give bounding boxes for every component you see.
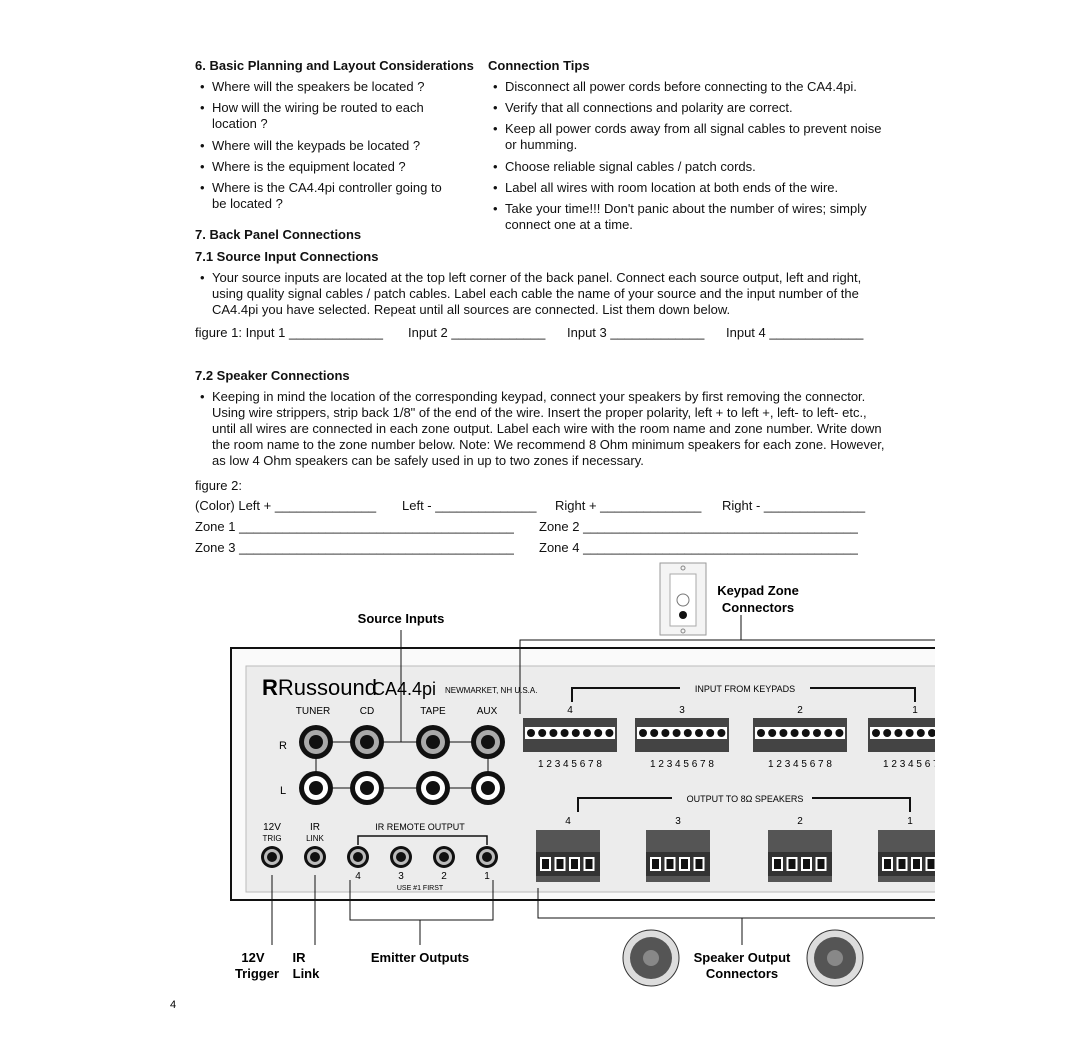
ir-output-jack xyxy=(433,846,455,868)
speaker-zone-number: 1 xyxy=(907,816,913,827)
rca-jack-right xyxy=(299,725,333,759)
ir-remote-output-label: IR REMOTE OUTPUT xyxy=(375,822,465,832)
keypad-zone-number: 3 xyxy=(679,705,685,716)
source-label-tape: TAPE xyxy=(420,706,446,717)
ir-output-number: 1 xyxy=(484,871,490,882)
input-from-keypads-label: INPUT FROM KEYPADS xyxy=(695,684,795,694)
ir-output-number: 3 xyxy=(398,871,404,882)
speaker-icon xyxy=(622,929,680,987)
russound-logo: RRussound xyxy=(262,675,377,700)
speaker-zone-number: 4 xyxy=(565,816,571,827)
keypad-zone-number: 2 xyxy=(797,705,803,716)
rca-jack-left xyxy=(350,771,384,805)
output-to-speakers-label: OUTPUT TO 8Ω SPEAKERS xyxy=(687,794,804,804)
source-label-cd: CD xyxy=(360,706,374,717)
speaker-output-connector xyxy=(768,830,832,882)
callout-speaker-output: Speaker Output xyxy=(694,950,791,965)
trig-label-12v: 12V xyxy=(263,822,281,833)
callout-ir: IR xyxy=(293,950,307,965)
source-label-tuner: TUNER xyxy=(296,706,330,717)
callout-speaker-connectors: Connectors xyxy=(706,966,778,981)
location-label: NEWMARKET, NH U.S.A. xyxy=(445,686,537,695)
rca-jack-left xyxy=(416,771,450,805)
callout-emitter-outputs: Emitter Outputs xyxy=(371,950,469,965)
rca-jack-right xyxy=(471,725,505,759)
model-label: CA4.4pi xyxy=(372,679,436,699)
link-label: LINK xyxy=(306,834,324,843)
rca-jack-right xyxy=(350,725,384,759)
right-channel-label: R xyxy=(279,740,287,752)
ir-link-jack xyxy=(304,846,326,868)
back-panel-diagram: Source Inputs Keypad Zone Connectors RRu… xyxy=(170,562,1080,1011)
rca-jack-left xyxy=(299,771,333,805)
keypad-pin-numbers: 1 2 3 4 5 6 7 8 xyxy=(768,759,832,770)
ir-output-number: 2 xyxy=(441,871,447,882)
keypad-connectors-label: Connectors xyxy=(722,600,794,615)
rca-jack-left xyxy=(471,771,505,805)
ir-output-jack xyxy=(390,846,412,868)
ir-output-jack xyxy=(347,846,369,868)
keypad-pin-numbers: 1 2 3 4 5 6 7 8 xyxy=(538,759,602,770)
callout-trigger: Trigger xyxy=(235,966,279,981)
keypad-zone-label: Keypad Zone xyxy=(717,583,799,598)
keypad-input-connector xyxy=(753,718,847,752)
keypad-input-connector xyxy=(523,718,617,752)
ir-output-jack xyxy=(476,846,498,868)
manual-page: 6. Basic Planning and Layout Considerati… xyxy=(0,0,1080,1039)
trig-label: TRIG xyxy=(262,834,281,843)
page-number: 4 xyxy=(170,999,176,1011)
callout-12v: 12V xyxy=(241,950,264,965)
rca-jack-right xyxy=(416,725,450,759)
speaker-zone-number: 3 xyxy=(675,816,681,827)
speaker-output-connector xyxy=(878,830,942,882)
callout-link: Link xyxy=(293,966,320,981)
keypad-pin-numbers: 1 2 3 4 5 6 7 8 xyxy=(650,759,714,770)
use-first-label: USE #1 FIRST xyxy=(397,885,444,892)
source-inputs-label: Source Inputs xyxy=(358,611,445,626)
ir-output-number: 4 xyxy=(355,871,361,882)
left-channel-label: L xyxy=(280,785,286,797)
12v-trigger-jack xyxy=(261,846,283,868)
ir-label: IR xyxy=(310,822,320,833)
speaker-zone-number: 2 xyxy=(797,816,803,827)
keypad-image xyxy=(659,562,707,636)
speaker-icon xyxy=(806,929,864,987)
keypad-zone-number: 4 xyxy=(567,705,573,716)
source-label-aux: AUX xyxy=(477,706,498,717)
keypad-zone-number: 1 xyxy=(912,705,918,716)
speaker-output-connector xyxy=(536,830,600,882)
keypad-input-connector xyxy=(635,718,729,752)
speaker-output-connector xyxy=(646,830,710,882)
